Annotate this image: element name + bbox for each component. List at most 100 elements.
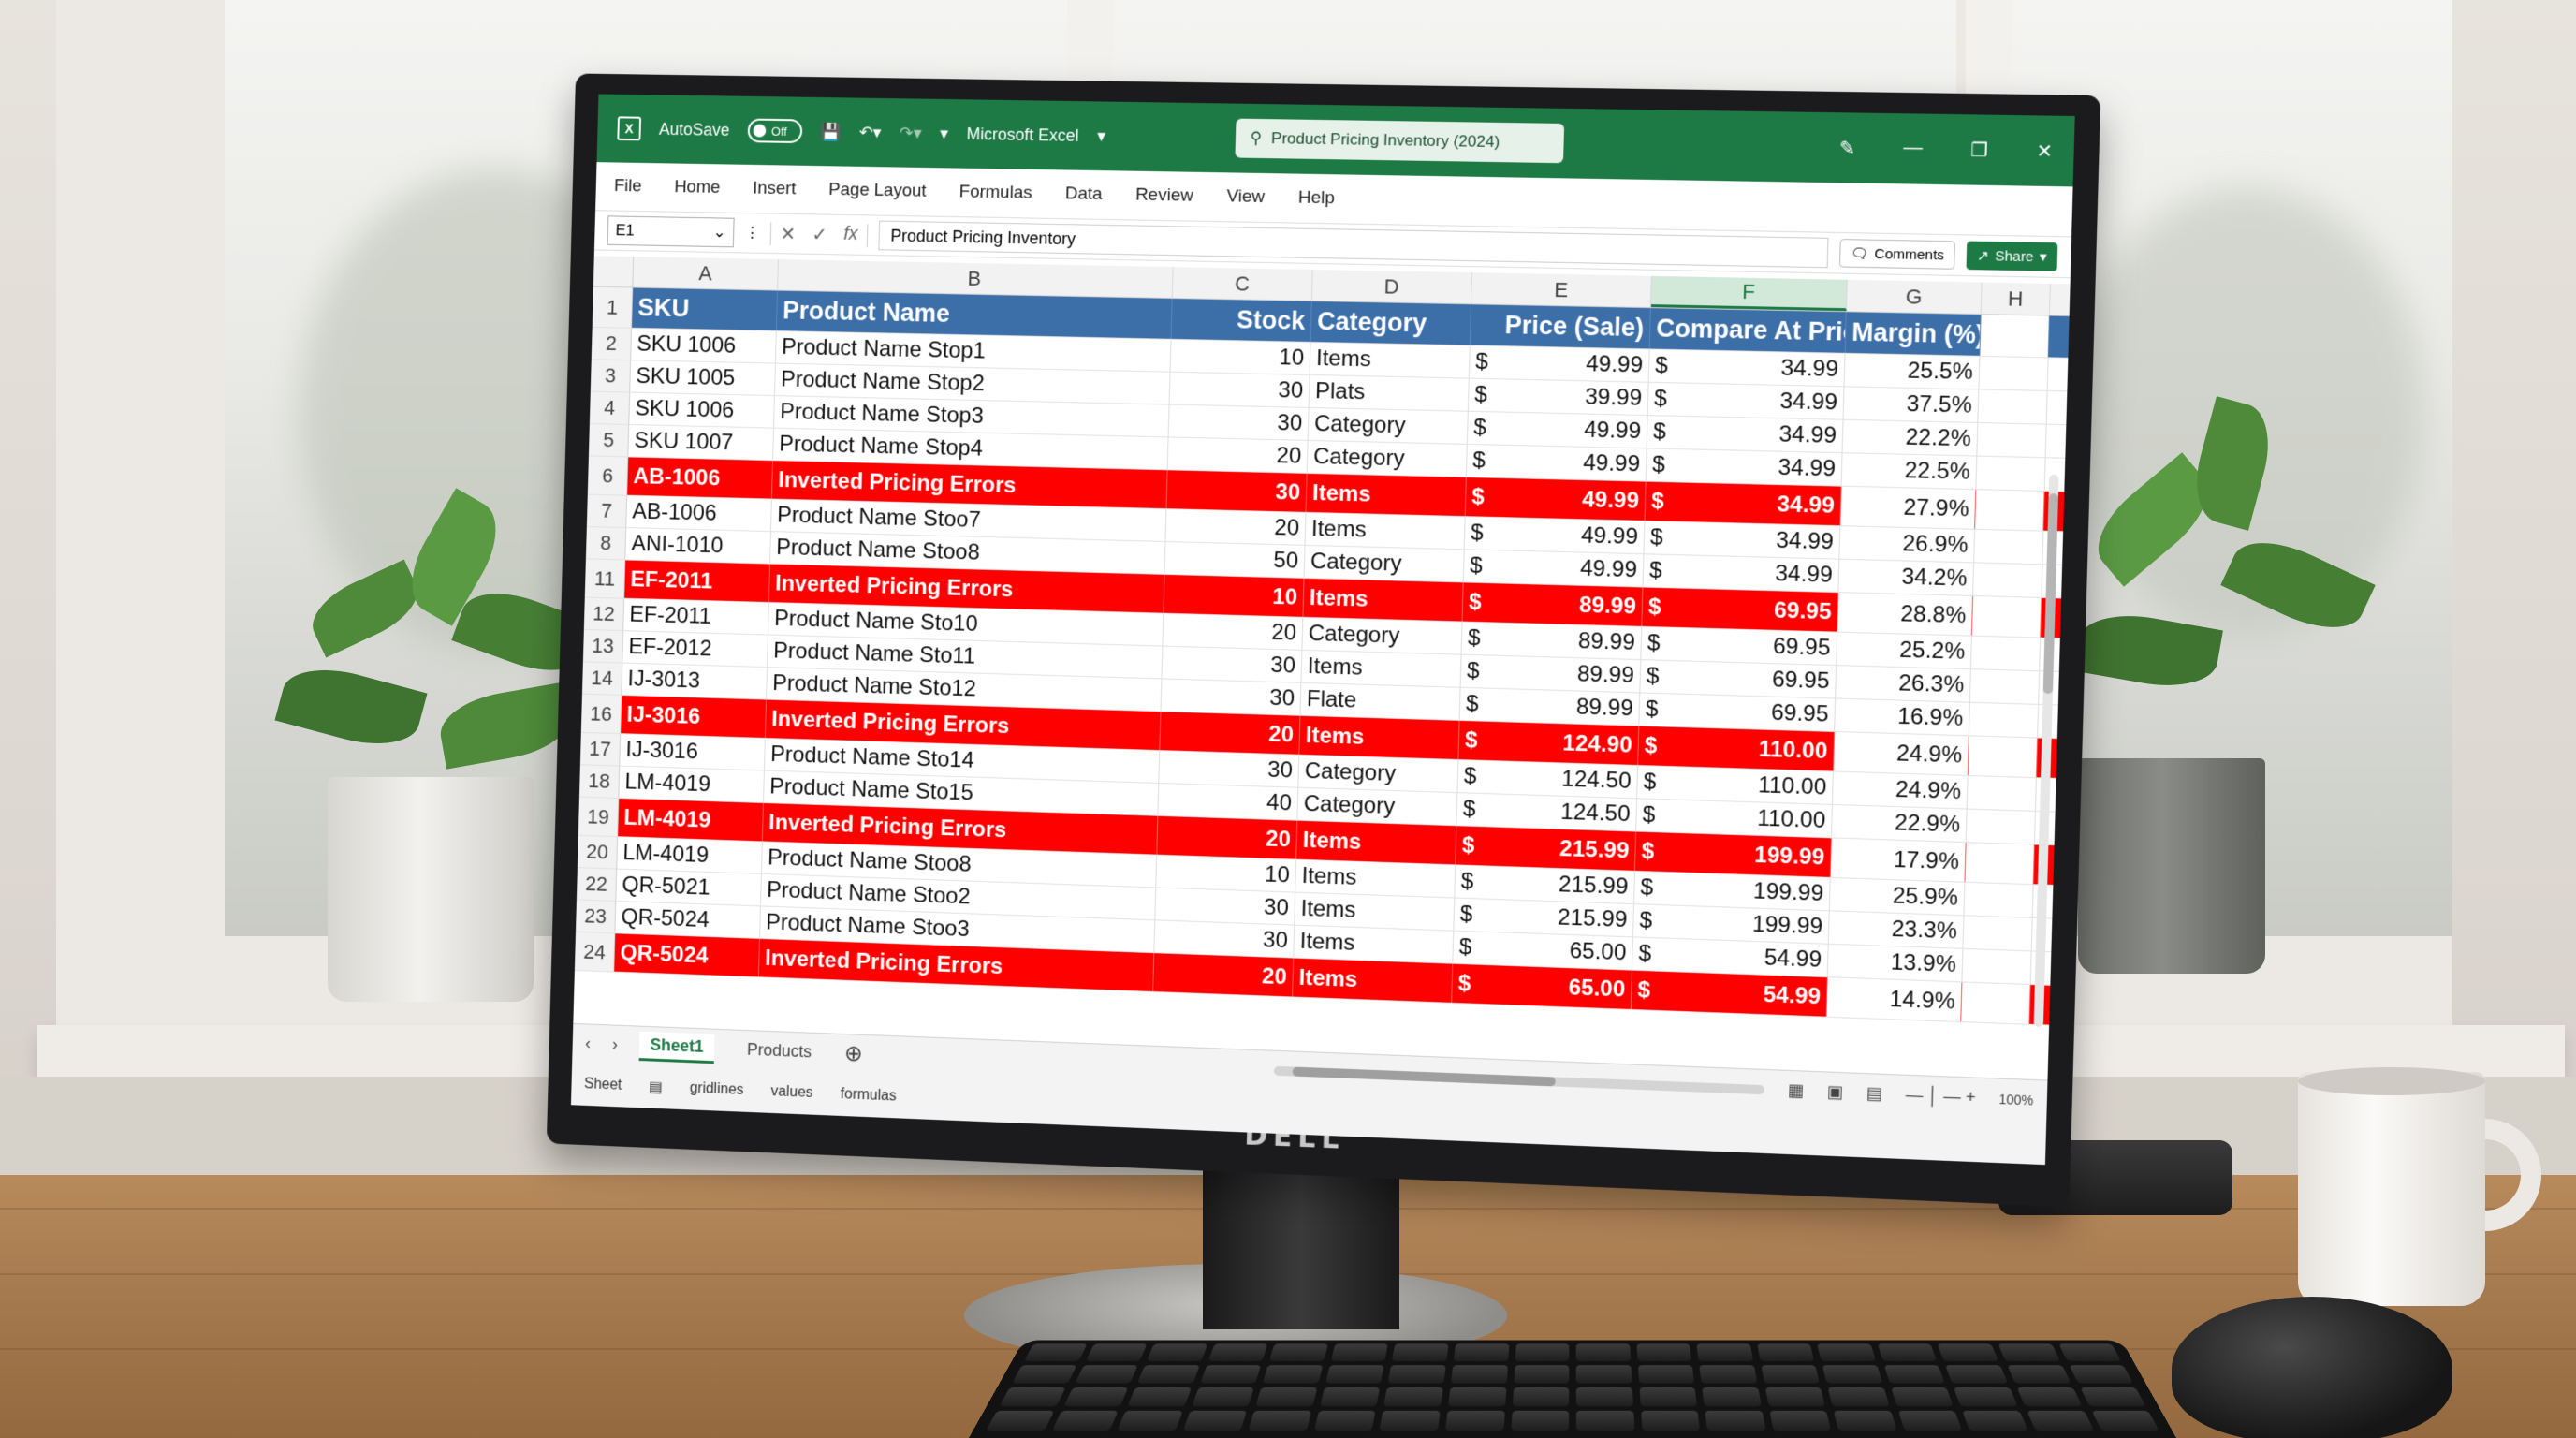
next-sheet-icon[interactable]: › <box>612 1034 618 1054</box>
sku-cell[interactable]: QR-5024 <box>614 933 760 977</box>
margin-cell[interactable]: 24.9% <box>1833 731 1969 775</box>
normal-view-icon[interactable]: ▦ <box>1787 1080 1805 1101</box>
margin-cell[interactable]: 26.9% <box>1839 526 1976 563</box>
category-cell[interactable]: Items <box>1301 650 1462 687</box>
column-header-a[interactable]: A <box>633 257 779 290</box>
empty-cell[interactable] <box>1969 702 2040 738</box>
stock-cell[interactable]: 20 <box>1153 953 1295 997</box>
row-number[interactable]: 18 <box>578 765 621 798</box>
zoom-slider[interactable]: — │ — + <box>1905 1085 1976 1108</box>
category-cell[interactable]: Category <box>1308 407 1469 444</box>
row-number[interactable]: 20 <box>577 835 619 869</box>
margin-cell[interactable]: 25.5% <box>1844 353 1981 389</box>
compare-price-cell[interactable]: $199.99 <box>1634 831 1832 877</box>
sku-cell[interactable]: QR-5024 <box>615 901 761 938</box>
keyboard[interactable] <box>969 1340 2176 1438</box>
column-header-c[interactable]: C <box>1172 267 1313 301</box>
tab-home[interactable]: Home <box>674 177 721 198</box>
price-cell[interactable]: $49.99 <box>1467 411 1648 448</box>
close-icon[interactable]: ✕ <box>2036 139 2053 163</box>
price-cell[interactable]: $49.99 <box>1465 477 1647 521</box>
price-cell[interactable]: $215.99 <box>1456 826 1637 871</box>
compare-price-cell[interactable]: $34.99 <box>1644 521 1841 559</box>
row-number[interactable]: 22 <box>576 868 618 901</box>
margin-cell[interactable]: 17.9% <box>1830 838 1967 882</box>
price-cell[interactable]: $49.99 <box>1464 517 1646 554</box>
row-number[interactable]: 23 <box>576 900 617 933</box>
stock-cell[interactable]: 30 <box>1169 372 1310 407</box>
sku-cell[interactable]: EF-2011 <box>624 560 770 603</box>
autosave-toggle[interactable]: Off <box>747 118 803 144</box>
sheet-tab-sheet1[interactable]: Sheet1 <box>638 1031 715 1064</box>
category-cell[interactable]: Category <box>1302 617 1463 654</box>
header-compare-at-price[interactable]: Compare At Price <box>1649 308 1847 353</box>
sku-cell[interactable]: AB-1006 <box>627 457 774 499</box>
empty-cell[interactable] <box>1970 636 2042 671</box>
margin-cell[interactable]: 13.9% <box>1827 944 1964 982</box>
accessibility-icon[interactable]: ▤ <box>649 1078 663 1096</box>
compare-price-cell[interactable]: $69.95 <box>1642 587 1839 632</box>
margin-cell[interactable]: 22.9% <box>1831 804 1968 843</box>
margin-cell[interactable]: 24.9% <box>1832 771 1969 809</box>
empty-cell[interactable] <box>1979 356 2049 390</box>
compare-price-cell[interactable]: $34.99 <box>1648 349 1846 387</box>
compare-price-cell[interactable]: $34.99 <box>1645 481 1842 526</box>
category-cell[interactable]: Items <box>1303 578 1464 622</box>
category-cell[interactable]: Items <box>1306 473 1467 517</box>
compare-price-cell[interactable]: $69.95 <box>1639 693 1837 731</box>
empty-cell[interactable] <box>1967 775 2037 811</box>
redo-icon[interactable]: ↷▾ <box>900 124 922 143</box>
row-number[interactable]: 5 <box>588 424 630 457</box>
category-cell[interactable]: Items <box>1295 859 1456 898</box>
empty-cell[interactable] <box>1968 736 2039 778</box>
empty-cell[interactable] <box>1974 529 2044 565</box>
margin-cell[interactable]: 27.9% <box>1840 486 1977 529</box>
spreadsheet-grid[interactable]: A B C D E F G H 1 SKU Product Name Stock… <box>573 256 2071 1079</box>
row-number[interactable]: 2 <box>591 327 633 360</box>
select-all-corner[interactable] <box>593 256 635 287</box>
stock-cell[interactable]: 10 <box>1164 574 1305 617</box>
price-cell[interactable]: $215.99 <box>1455 865 1635 904</box>
zoom-level[interactable]: 100% <box>1998 1091 2033 1108</box>
tab-review[interactable]: Review <box>1135 185 1193 207</box>
tab-help[interactable]: Help <box>1298 188 1336 210</box>
stock-cell[interactable]: 20 <box>1163 613 1304 650</box>
empty-cell[interactable] <box>1978 389 2048 424</box>
sku-cell[interactable]: SKU 1007 <box>628 425 774 461</box>
price-cell[interactable]: $49.99 <box>1463 550 1645 587</box>
category-cell[interactable]: Items <box>1310 342 1471 378</box>
row-number[interactable]: 14 <box>581 662 623 695</box>
header-margin[interactable]: Margin (%) <box>1845 312 1982 356</box>
app-name-chevron-icon[interactable]: ▾ <box>1097 126 1105 146</box>
category-cell[interactable]: Items <box>1295 892 1456 931</box>
comments-button[interactable]: 🗨 Comments <box>1839 239 1955 270</box>
empty-cell[interactable] <box>1964 882 2034 917</box>
stock-cell[interactable]: 20 <box>1165 509 1307 545</box>
margin-cell[interactable]: 25.2% <box>1837 632 1972 669</box>
row-number[interactable]: 11 <box>584 559 626 598</box>
price-cell[interactable]: $215.99 <box>1454 898 1634 937</box>
price-cell[interactable]: $39.99 <box>1468 378 1649 416</box>
stock-cell[interactable]: 10 <box>1156 855 1297 892</box>
price-cell[interactable]: $124.90 <box>1458 720 1640 766</box>
margin-cell[interactable]: 22.2% <box>1842 419 1979 456</box>
compare-price-cell[interactable]: $34.99 <box>1647 382 1845 419</box>
status-formulas[interactable]: formulas <box>840 1086 896 1105</box>
category-cell[interactable]: Category <box>1304 545 1465 582</box>
row-number[interactable]: 3 <box>590 360 632 392</box>
stock-cell[interactable]: 30 <box>1161 679 1302 715</box>
pen-icon[interactable]: ✎ <box>1839 136 1856 160</box>
stock-cell[interactable]: 50 <box>1164 542 1306 578</box>
column-header-d[interactable]: D <box>1311 269 1472 304</box>
row-number[interactable]: 4 <box>589 391 631 425</box>
header-stock[interactable]: Stock <box>1171 298 1312 342</box>
header-empty-cell[interactable] <box>1980 315 2050 358</box>
margin-cell[interactable]: 14.9% <box>1826 977 1963 1022</box>
compare-price-cell[interactable]: $199.99 <box>1633 871 1831 911</box>
category-cell[interactable]: Plats <box>1309 374 1470 411</box>
stock-cell[interactable]: 30 <box>1168 404 1310 440</box>
share-button[interactable]: ↗ Share ▾ <box>1966 241 2058 271</box>
stock-cell[interactable]: 20 <box>1157 815 1298 859</box>
empty-cell[interactable] <box>1976 456 2046 491</box>
sku-cell[interactable]: LM-4019 <box>619 766 765 803</box>
